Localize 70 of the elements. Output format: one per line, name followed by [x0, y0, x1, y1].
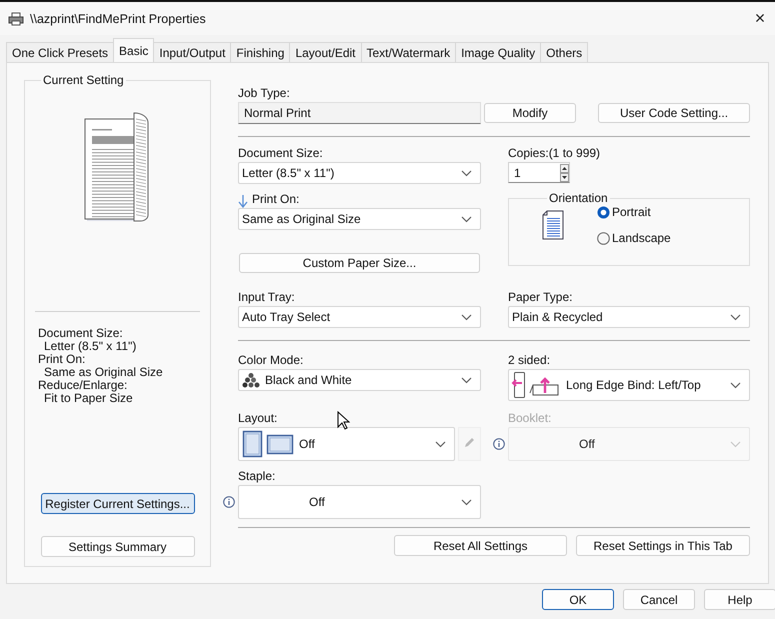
group-title: Orientation — [548, 191, 609, 205]
field-label: Color Mode: — [238, 353, 304, 367]
chevron-down-icon — [730, 382, 741, 388]
copies-spinner[interactable]: 1 — [508, 162, 570, 183]
chevron-down-icon — [435, 440, 446, 448]
chevron-down-icon — [730, 314, 741, 320]
reset-button[interactable]: Reset Settings in This Tab — [576, 535, 750, 556]
group-title: Current Setting — [42, 73, 125, 87]
page-icon — [541, 210, 565, 240]
chevron-down-icon — [461, 216, 472, 222]
chevron-down-icon — [730, 440, 741, 448]
summary-label: Reduce/Enlarge: — [37, 379, 128, 392]
dropdown[interactable]: Same as Original Size — [238, 208, 481, 230]
tab[interactable]: Input/Output — [153, 42, 232, 62]
info-icon — [493, 438, 505, 450]
summary-value: Letter (8.5" x 11") — [43, 340, 138, 353]
dropdown[interactable]: Letter (8.5" x 11") — [238, 162, 481, 184]
summary-label: Document Size: — [37, 327, 124, 340]
down-arrow-icon — [238, 194, 248, 208]
down-arrow-icon[interactable] — [560, 172, 569, 182]
user-code-button[interactable]: User Code Setting... — [598, 103, 750, 123]
tab[interactable]: Layout/Edit — [289, 42, 362, 62]
field-label: Copies:(1 to 999) — [508, 146, 600, 160]
chevron-down-icon — [461, 314, 472, 320]
tab[interactable]: Others — [540, 42, 588, 62]
close-button[interactable]: × — [745, 4, 775, 34]
radio-button[interactable]: Landscape — [597, 231, 671, 245]
custom-paper-size-button[interactable]: Custom Paper Size... — [239, 253, 480, 273]
field-label: Staple: — [238, 469, 276, 483]
dropdown[interactable]: Auto Tray Select — [238, 306, 481, 328]
field-label: Layout: — [238, 411, 278, 425]
field-label: Booklet: — [508, 411, 552, 425]
chevron-down-icon — [461, 376, 472, 384]
field-label: 2 sided: — [508, 353, 550, 367]
dropdown[interactable]: Black and White — [238, 369, 481, 391]
radio-button[interactable]: Portrait — [597, 205, 671, 219]
info-icon — [223, 496, 235, 508]
push-button[interactable]: Register Current Settings... — [40, 493, 194, 514]
chevron-down-icon — [461, 498, 472, 506]
duplex-pages-icon — [511, 371, 561, 399]
field-label: Paper Type: — [508, 290, 572, 304]
tab[interactable]: Basic — [113, 38, 154, 62]
printer-icon — [8, 12, 24, 26]
field-label: Print On: — [252, 192, 300, 206]
push-button[interactable]: Settings Summary — [40, 536, 194, 557]
field-label: Job Type: — [238, 86, 290, 100]
pencil-icon — [463, 436, 476, 449]
reset-button[interactable]: Reset All Settings — [394, 535, 567, 556]
cursor-icon — [337, 411, 350, 430]
page-layout-icon — [242, 430, 294, 458]
tab[interactable]: One Click Presets — [6, 42, 114, 62]
field-label: Input Tray: — [238, 290, 295, 304]
field-label: Document Size: — [238, 146, 323, 160]
summary-label: Print On: — [37, 353, 86, 366]
dropdown[interactable]: Off — [238, 485, 481, 519]
modify-button[interactable]: Modify — [484, 103, 576, 123]
dropdown[interactable]: Plain & Recycled — [508, 306, 750, 328]
window-title: \\azprint\FindMePrint Properties — [30, 12, 206, 26]
summary-value: Fit to Paper Size — [44, 392, 134, 405]
dropdown[interactable]: Off — [238, 427, 455, 461]
tab[interactable]: Finishing — [230, 42, 290, 62]
dots-icon — [242, 372, 260, 388]
dialog-button[interactable]: Help — [704, 589, 775, 610]
tab[interactable]: Image Quality — [455, 42, 542, 62]
up-arrow-icon[interactable] — [560, 164, 569, 172]
dialog-button[interactable]: OK — [542, 589, 614, 610]
chevron-down-icon — [461, 170, 472, 176]
summary-value: Same as Original Size — [43, 366, 164, 379]
dialog-button[interactable]: Cancel — [623, 589, 695, 610]
dropdown[interactable]: Long Edge Bind: Left/Top — [508, 369, 750, 401]
